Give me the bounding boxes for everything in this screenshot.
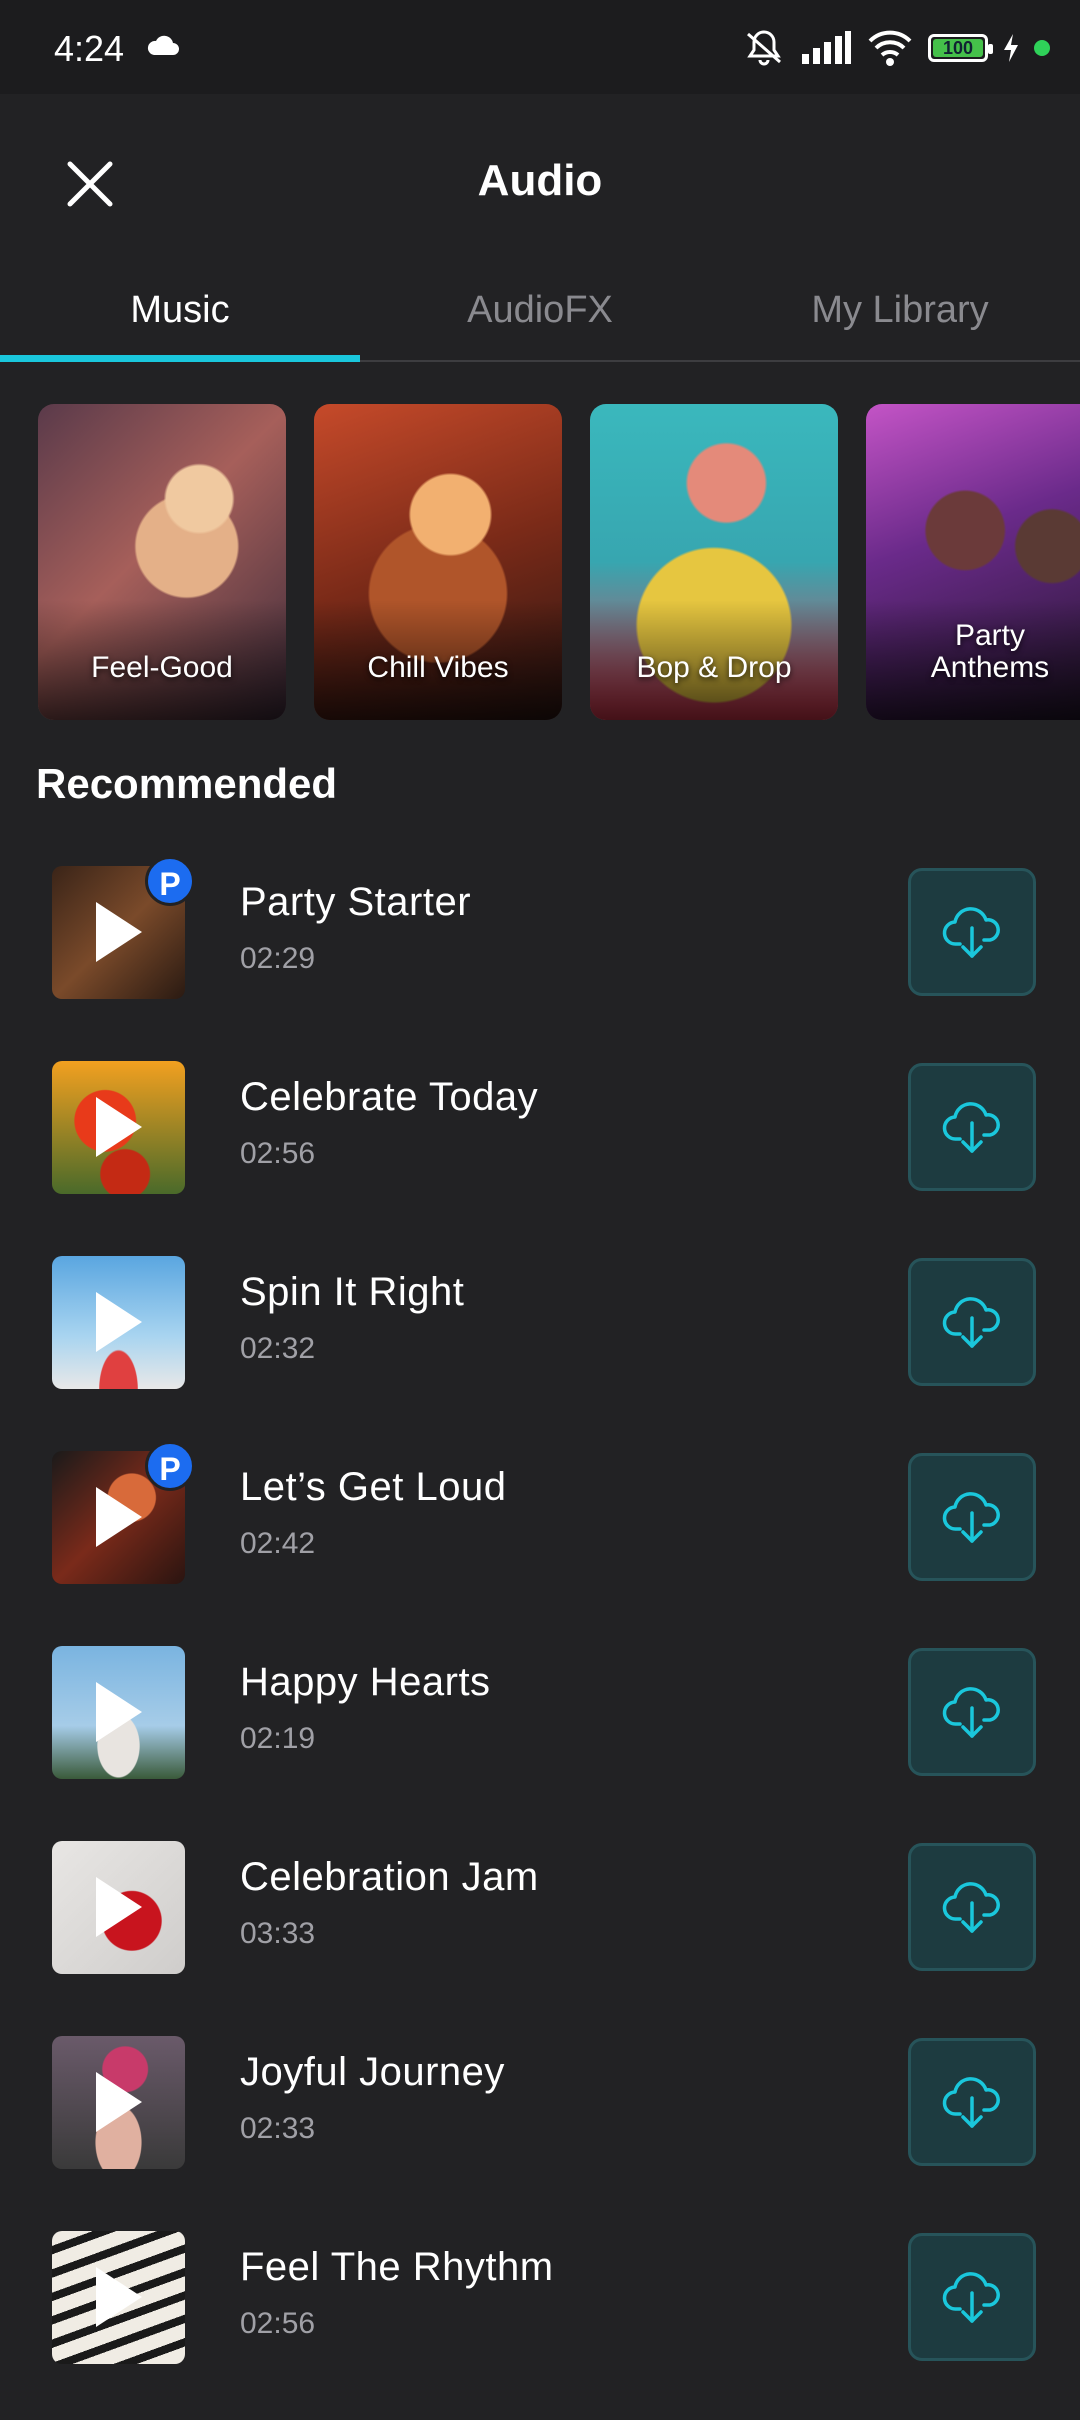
track-title: Joyful Journey — [240, 2050, 505, 2094]
track-row[interactable]: Happy Hearts 02:19 — [0, 1640, 1080, 1835]
tab-music[interactable]: Music — [0, 274, 360, 362]
category-label: Bop & Drop — [636, 651, 792, 684]
track-title: Happy Hearts — [240, 1660, 491, 1704]
tab-my-library[interactable]: My Library — [720, 274, 1080, 360]
battery-icon: 100 — [928, 34, 993, 62]
status-bar: 4:24 100 — [0, 0, 1080, 94]
track-duration: 02:33 — [240, 2112, 316, 2145]
download-button[interactable] — [908, 1453, 1036, 1581]
category-carousel: Feel-Good Chill Vibes Bop & Drop Party A… — [38, 404, 1080, 720]
track-title: Let’s Get Loud — [240, 1465, 507, 1509]
cloud-download-icon — [942, 2077, 1000, 2128]
cloud-download-icon — [942, 1102, 1000, 1153]
play-icon — [96, 1097, 142, 1157]
track-title: Feel The Rhythm — [240, 2245, 554, 2289]
app-header: Audio — [0, 94, 1080, 274]
battery-level: 100 — [942, 37, 974, 58]
track-row[interactable]: Joyful Journey 02:33 — [0, 2030, 1080, 2225]
track-title: Spin It Right — [240, 1270, 465, 1314]
download-button[interactable] — [908, 1648, 1036, 1776]
play-icon — [96, 902, 142, 962]
play-icon — [96, 1292, 142, 1352]
track-row[interactable]: Spin It Right 02:32 — [0, 1250, 1080, 1445]
signal-icon — [802, 31, 851, 64]
track-duration: 02:56 — [240, 2307, 316, 2340]
tab-bar: Music AudioFX My Library — [0, 274, 1080, 362]
category-label: Feel-Good — [91, 651, 233, 684]
play-icon — [96, 1487, 142, 1547]
track-title: Celebrate Today — [240, 1075, 539, 1119]
download-button[interactable] — [908, 2038, 1036, 2166]
download-button[interactable] — [908, 1258, 1036, 1386]
download-button[interactable] — [908, 1063, 1036, 1191]
download-button[interactable] — [908, 868, 1036, 996]
track-duration: 03:33 — [240, 1917, 316, 1950]
track-duration: 02:29 — [240, 942, 316, 975]
play-icon — [96, 1682, 142, 1742]
track-thumbnail[interactable] — [52, 1061, 185, 1194]
play-icon — [96, 2267, 142, 2327]
cloud-download-icon — [942, 1882, 1000, 1933]
category-card-bop-drop[interactable]: Bop & Drop — [590, 404, 838, 720]
status-time: 4:24 — [54, 28, 125, 69]
track-duration: 02:19 — [240, 1722, 316, 1755]
track-row[interactable]: Feel The Rhythm 02:56 — [0, 2225, 1080, 2420]
premium-badge: P — [145, 856, 195, 906]
cloud-download-icon — [942, 1492, 1000, 1543]
track-thumbnail[interactable] — [52, 1841, 185, 1974]
track-title: Celebration Jam — [240, 1855, 539, 1899]
track-thumbnail[interactable] — [52, 2231, 185, 2364]
play-icon — [96, 1877, 142, 1937]
track-row[interactable]: P Party Starter 02:29 — [0, 856, 1080, 1055]
track-thumbnail[interactable] — [52, 2036, 185, 2169]
charging-icon — [1004, 34, 1018, 62]
tab-audiofx[interactable]: AudioFX — [360, 274, 720, 360]
cloud-download-icon — [942, 1297, 1000, 1348]
category-label: Party Anthems — [930, 619, 1050, 684]
track-duration: 02:56 — [240, 1137, 316, 1170]
category-card-party-anthems[interactable]: Party Anthems — [866, 404, 1080, 720]
category-card-feel-good[interactable]: Feel-Good — [38, 404, 286, 720]
download-button[interactable] — [908, 1843, 1036, 1971]
category-card-chill-vibes[interactable]: Chill Vibes — [314, 404, 562, 720]
page-title: Audio — [477, 156, 603, 205]
track-row[interactable]: Celebrate Today 02:56 — [0, 1055, 1080, 1250]
category-label: Chill Vibes — [367, 651, 509, 684]
cloud-download-icon — [942, 1687, 1000, 1738]
track-list: P Party Starter 02:29 Celebrate Today 02… — [0, 856, 1080, 2420]
silent-icon — [747, 30, 781, 66]
wifi-icon — [868, 30, 912, 66]
track-duration: 02:32 — [240, 1332, 316, 1365]
cloud-download-icon — [942, 2272, 1000, 2323]
track-row[interactable]: Celebration Jam 03:33 — [0, 1835, 1080, 2030]
privacy-dot — [1034, 40, 1050, 56]
play-icon — [96, 2072, 142, 2132]
status-icons: 100 — [742, 26, 1050, 70]
download-button[interactable] — [908, 2233, 1036, 2361]
cloud-icon — [147, 35, 179, 55]
track-title: Party Starter — [240, 880, 472, 924]
premium-badge: P — [145, 1441, 195, 1491]
track-thumbnail[interactable] — [52, 1646, 185, 1779]
section-title: Recommended — [36, 760, 338, 807]
track-row[interactable]: P Let’s Get Loud 02:42 — [0, 1441, 1080, 1640]
track-thumbnail[interactable] — [52, 1256, 185, 1389]
track-duration: 02:42 — [240, 1527, 316, 1560]
cloud-download-icon — [942, 907, 1000, 958]
